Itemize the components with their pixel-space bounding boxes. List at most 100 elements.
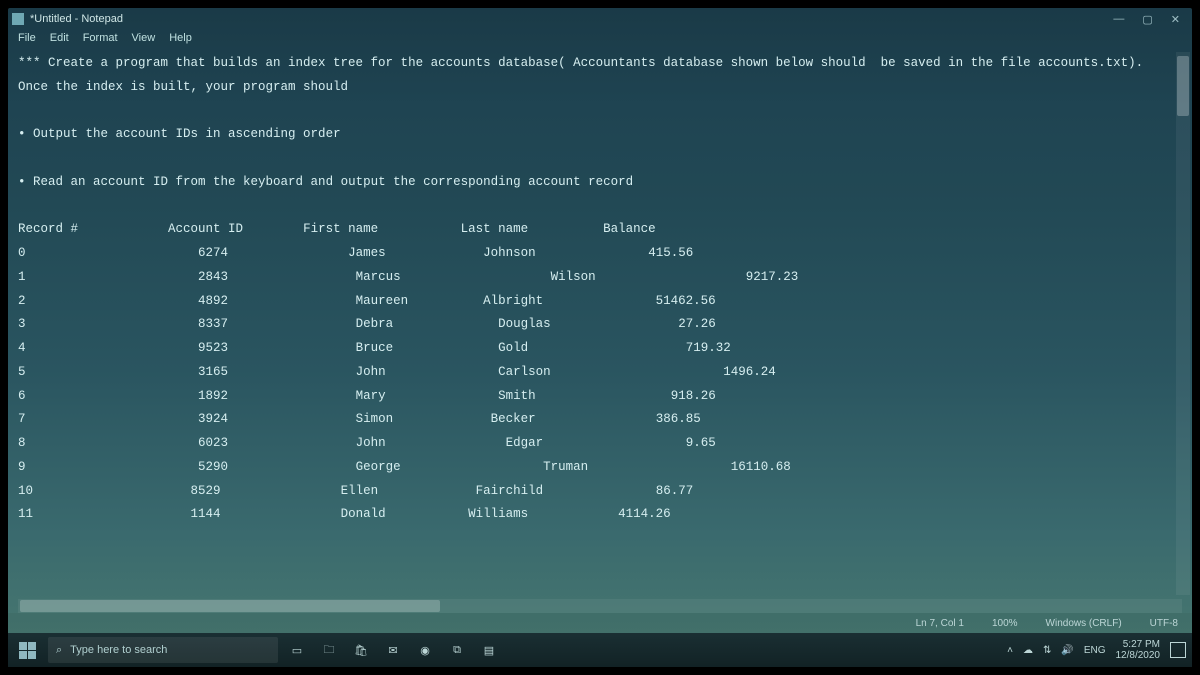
cell: 1144	[191, 507, 221, 521]
tray-time: 5:27 PM	[1116, 639, 1161, 650]
cell: 8529	[191, 484, 221, 498]
cell: 1892	[198, 389, 228, 403]
cell: 9217.23	[746, 270, 799, 284]
cell: Becker	[491, 412, 536, 426]
text-editor[interactable]: *** Create a program that builds an inde…	[8, 48, 1192, 599]
cell: 8	[18, 436, 26, 450]
cell: 10	[18, 484, 33, 498]
mail-icon[interactable]: ✉	[382, 639, 404, 661]
cell: 6274	[198, 246, 228, 260]
store-icon[interactable]: 🛍	[350, 639, 372, 661]
notifications-icon[interactable]	[1170, 642, 1186, 658]
cell: John	[356, 365, 386, 379]
cell: 16110.68	[731, 460, 791, 474]
scrollbar-thumb[interactable]	[20, 600, 440, 612]
cell: 2	[18, 294, 26, 308]
menu-format[interactable]: Format	[83, 32, 118, 44]
col-header: First name	[303, 222, 378, 236]
cell: 1496.24	[723, 365, 776, 379]
status-position: Ln 7, Col 1	[916, 618, 964, 629]
cell: 386.85	[656, 412, 701, 426]
maximize-button[interactable]: ▢	[1142, 13, 1152, 26]
cell: 9	[18, 460, 26, 474]
cell: Donald	[341, 507, 386, 521]
cell: Williams	[468, 507, 528, 521]
cell: 4	[18, 341, 26, 355]
tray-chevron-icon[interactable]: ˄	[1007, 645, 1013, 656]
cell: 2843	[198, 270, 228, 284]
cell: 9523	[198, 341, 228, 355]
cell: Bruce	[356, 341, 394, 355]
edge-icon[interactable]: ◉	[414, 639, 436, 661]
cell: 4892	[198, 294, 228, 308]
vscode-icon[interactable]: ⧉	[446, 639, 468, 661]
cell: 7	[18, 412, 26, 426]
cell: 11	[18, 507, 33, 521]
cell: 1	[18, 270, 26, 284]
taskbar: ⌕ Type here to search ▭ 🗀 🛍 ✉ ◉ ⧉ ▤ ˄ ☁ …	[8, 633, 1192, 667]
menubar: File Edit Format View Help	[8, 30, 1192, 48]
cell: 5290	[198, 460, 228, 474]
cell: 4114.26	[618, 507, 671, 521]
cell: Carlson	[498, 365, 551, 379]
cell: Edgar	[506, 436, 544, 450]
statusbar: Ln 7, Col 1 100% Windows (CRLF) UTF-8	[8, 613, 1192, 633]
cell: 719.32	[686, 341, 731, 355]
line: *** Create a program that builds an inde…	[18, 56, 1143, 70]
notepad-taskbar-icon[interactable]: ▤	[478, 639, 500, 661]
search-icon: ⌕	[56, 644, 62, 657]
line-bullet: Output the account IDs in ascending orde…	[18, 127, 341, 141]
minimize-button[interactable]: —	[1113, 13, 1124, 26]
cell: Albright	[483, 294, 543, 308]
cell: Marcus	[356, 270, 401, 284]
cell: George	[356, 460, 401, 474]
cell: Mary	[356, 389, 386, 403]
cell: James	[348, 246, 386, 260]
status-encoding: UTF-8	[1150, 618, 1178, 629]
tray-cloud-icon[interactable]: ☁	[1023, 645, 1033, 656]
cell: 3924	[198, 412, 228, 426]
cell: Johnson	[483, 246, 536, 260]
close-button[interactable]: ✕	[1171, 13, 1180, 26]
horizontal-scrollbar[interactable]	[18, 599, 1182, 613]
cell: 5	[18, 365, 26, 379]
cell: 51462.56	[656, 294, 716, 308]
notepad-icon	[12, 13, 24, 25]
start-button[interactable]	[14, 637, 40, 663]
cell: Simon	[356, 412, 394, 426]
col-header: Account ID	[168, 222, 243, 236]
tray-wifi-icon[interactable]: ⇅	[1043, 645, 1051, 656]
cell: Gold	[498, 341, 528, 355]
window-title: *Untitled - Notepad	[30, 13, 123, 25]
cell: 415.56	[648, 246, 693, 260]
menu-edit[interactable]: Edit	[50, 32, 69, 44]
cell: 9.65	[686, 436, 716, 450]
cell: 3165	[198, 365, 228, 379]
menu-file[interactable]: File	[18, 32, 36, 44]
scrollbar-thumb[interactable]	[1177, 56, 1189, 116]
status-zoom: 100%	[992, 618, 1018, 629]
cell: Maureen	[356, 294, 409, 308]
titlebar: *Untitled - Notepad — ▢ ✕	[8, 8, 1192, 30]
menu-help[interactable]: Help	[169, 32, 192, 44]
status-eol: Windows (CRLF)	[1046, 618, 1122, 629]
tray-volume-icon[interactable]: 🔊	[1061, 645, 1073, 656]
line-bullet: Read an account ID from the keyboard and…	[18, 175, 633, 189]
cell: 3	[18, 317, 26, 331]
col-header: Last name	[461, 222, 529, 236]
task-view-icon[interactable]: ▭	[286, 639, 308, 661]
cell: Debra	[356, 317, 394, 331]
col-header: Balance	[603, 222, 656, 236]
explorer-icon[interactable]: 🗀	[318, 639, 340, 661]
taskbar-search[interactable]: ⌕ Type here to search	[48, 637, 278, 663]
cell: Smith	[498, 389, 536, 403]
tray-language[interactable]: ENG	[1084, 645, 1106, 656]
tray-clock[interactable]: 5:27 PM 12/8/2020	[1116, 639, 1161, 661]
vertical-scrollbar[interactable]	[1176, 52, 1190, 595]
cell: Wilson	[551, 270, 596, 284]
cell: Fairchild	[476, 484, 544, 498]
menu-view[interactable]: View	[132, 32, 156, 44]
windows-icon	[19, 642, 36, 659]
line: Once the index is built, your program sh…	[18, 80, 348, 94]
tray-date: 12/8/2020	[1116, 650, 1161, 661]
